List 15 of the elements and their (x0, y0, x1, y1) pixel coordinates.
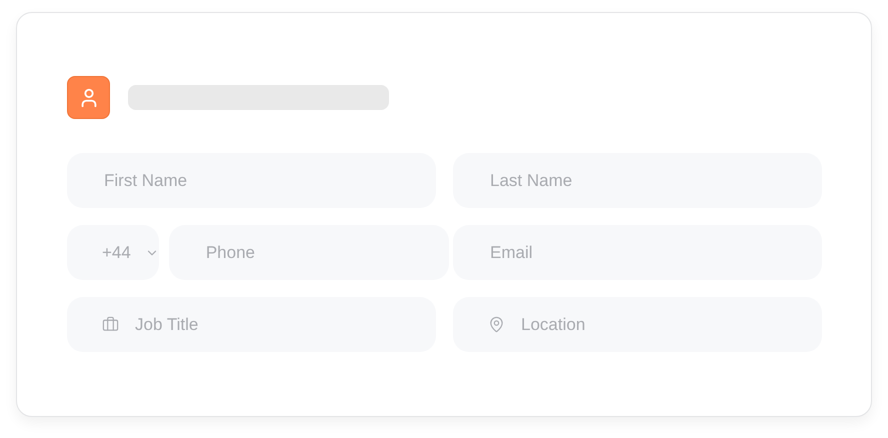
phone-input[interactable]: Phone (204, 242, 429, 264)
text-input[interactable]: Last Name (488, 170, 802, 192)
map-pin-icon (488, 316, 505, 333)
text-input[interactable]: First Name (102, 170, 416, 192)
phone-field[interactable]: Phone (168, 225, 449, 280)
briefcase-icon (102, 316, 119, 333)
input-field[interactable]: Job Title (67, 297, 436, 352)
text-input[interactable]: Location (519, 314, 802, 336)
text-input[interactable]: Email (488, 242, 802, 264)
text-input[interactable]: Job Title (133, 314, 416, 336)
input-field[interactable]: First Name (67, 153, 436, 208)
input-field[interactable]: Email (453, 225, 822, 280)
input-field[interactable]: Last Name (453, 153, 822, 208)
country-code-select[interactable]: +44 (67, 225, 159, 280)
input-field[interactable]: Location (453, 297, 822, 352)
